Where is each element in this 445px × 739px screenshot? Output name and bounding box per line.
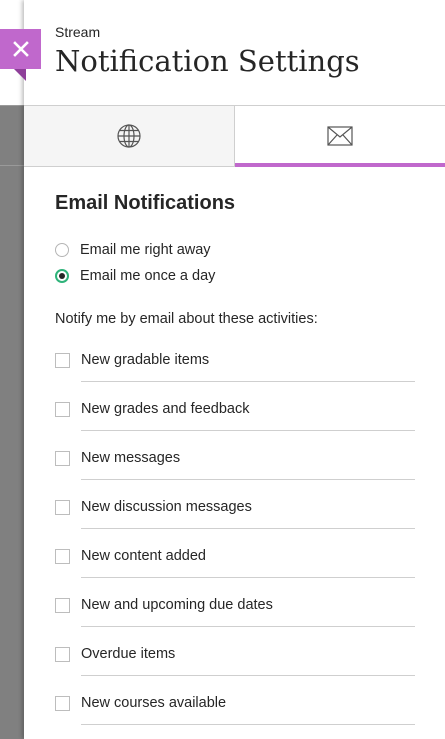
backdrop-divider	[0, 105, 26, 106]
divider	[81, 479, 415, 480]
checkbox-label: Overdue items	[81, 646, 176, 662]
close-icon	[12, 41, 29, 57]
radio-button[interactable]	[55, 243, 69, 257]
divider	[81, 577, 415, 578]
checkbox[interactable]	[55, 402, 70, 417]
backdrop-divider	[0, 165, 26, 166]
checkbox-label: New messages	[81, 450, 181, 466]
activity-new-gradable-items[interactable]: New gradable items	[55, 351, 415, 400]
activity-overdue-items[interactable]: Overdue items	[55, 645, 415, 694]
divider	[81, 626, 415, 627]
settings-tabs	[24, 105, 445, 167]
radio-label: Email me right away	[80, 242, 211, 258]
activities-label: Notify me by email about these activitie…	[55, 311, 318, 327]
checkbox[interactable]	[55, 647, 70, 662]
close-button[interactable]	[0, 29, 41, 69]
radio-email-once-a-day[interactable]: Email me once a day	[55, 266, 215, 286]
radio-email-right-away[interactable]: Email me right away	[55, 240, 211, 260]
checkbox-label: New courses available	[81, 695, 227, 711]
tab-email[interactable]	[235, 106, 445, 167]
checkbox[interactable]	[55, 451, 70, 466]
divider	[81, 381, 415, 382]
divider	[81, 675, 415, 676]
checkbox-label: New grades and feedback	[81, 401, 250, 417]
checkbox-label: New content added	[81, 548, 206, 564]
close-button-fold	[14, 69, 26, 81]
tab-globe[interactable]	[24, 106, 235, 166]
globe-icon	[117, 124, 141, 148]
checkbox[interactable]	[55, 549, 70, 564]
checkbox[interactable]	[55, 500, 70, 515]
radio-label: Email me once a day	[80, 268, 216, 284]
checkbox[interactable]	[55, 598, 70, 613]
radio-button-selected[interactable]	[55, 269, 69, 283]
email-notifications-title: Email Notifications	[55, 192, 236, 214]
activity-new-and-upcoming-due-dates[interactable]: New and upcoming due dates	[55, 596, 415, 645]
divider	[81, 724, 415, 725]
page-title: Notification Settings	[55, 44, 360, 78]
divider	[81, 528, 415, 529]
checkbox-label: New discussion messages	[81, 499, 252, 515]
activity-new-messages[interactable]: New messages	[55, 449, 415, 498]
header-kicker: Stream	[55, 24, 101, 40]
divider	[81, 430, 415, 431]
checkbox-label: New gradable items	[81, 352, 210, 368]
activity-new-content-added[interactable]: New content added	[55, 547, 415, 596]
checkbox[interactable]	[55, 696, 70, 711]
activity-new-courses-available[interactable]: New courses available	[55, 694, 415, 739]
page-backdrop	[0, 0, 26, 739]
checkbox[interactable]	[55, 353, 70, 368]
envelope-icon	[327, 126, 353, 146]
activity-new-grades-and-feedback[interactable]: New grades and feedback	[55, 400, 415, 449]
activity-new-discussion-messages[interactable]: New discussion messages	[55, 498, 415, 547]
checkbox-label: New and upcoming due dates	[81, 597, 273, 613]
